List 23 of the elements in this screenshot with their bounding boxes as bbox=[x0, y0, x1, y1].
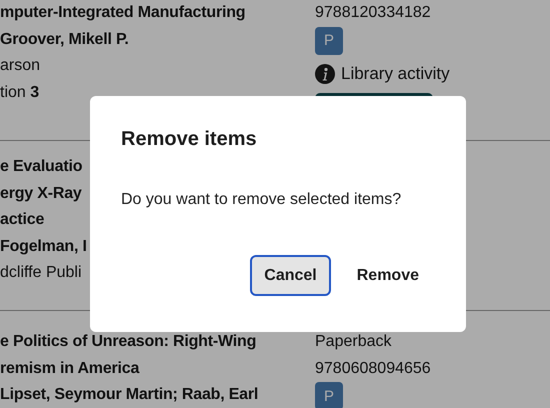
book-detail: 9780608094656 bbox=[315, 358, 431, 378]
book-detail: 9788120334182 bbox=[315, 3, 431, 23]
book-title: ergy X-Ray bbox=[0, 184, 82, 204]
library-activity-link[interactable]: Library activity bbox=[341, 64, 450, 84]
remove-button[interactable]: Remove bbox=[342, 255, 433, 296]
book-detail: dcliffe Publi bbox=[0, 263, 82, 283]
book-title: actice bbox=[0, 210, 44, 230]
format-badge: P bbox=[315, 26, 343, 54]
author-name: Fogelman, I bbox=[0, 236, 87, 256]
book-title: e Evaluatio bbox=[0, 157, 82, 177]
book-detail: Paperback bbox=[315, 332, 392, 352]
book-title: e Politics of Unreason: Right-Wing bbox=[0, 332, 256, 352]
book-detail: tion 3 bbox=[0, 82, 40, 102]
book-detail: arson bbox=[0, 56, 40, 76]
info-icon bbox=[315, 64, 335, 84]
author-name: Lipset, Seymour Martin; Raab, Earl bbox=[0, 385, 258, 405]
dialog-message: Do you want to remove selected items? bbox=[121, 191, 402, 209]
book-title: mputer-Integrated Manufacturing bbox=[0, 3, 246, 23]
cancel-button[interactable]: Cancel bbox=[250, 255, 331, 296]
dialog-title: Remove items bbox=[121, 128, 258, 151]
author-name: Groover, Mikell P. bbox=[0, 30, 129, 50]
book-title: remism in America bbox=[0, 358, 140, 378]
format-badge: P bbox=[315, 382, 343, 408]
